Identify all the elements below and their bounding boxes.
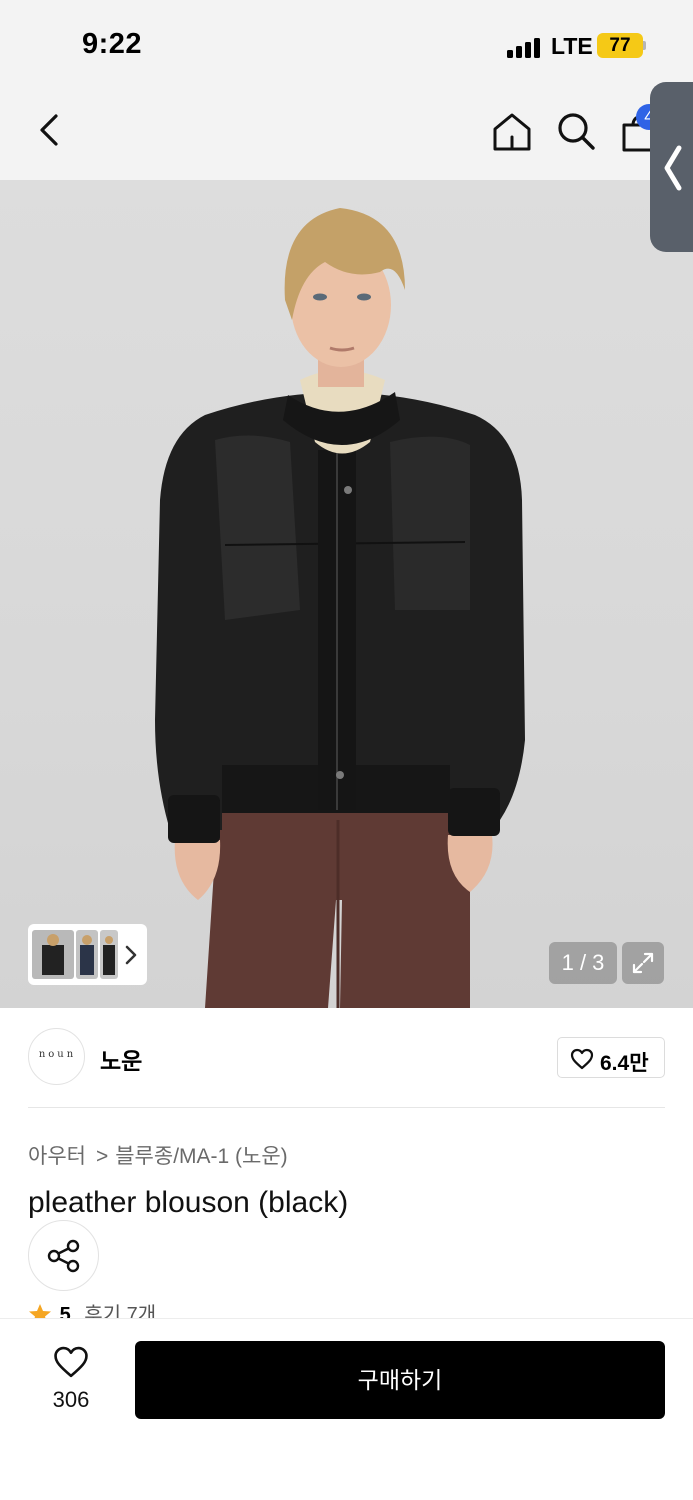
divider — [28, 1107, 665, 1108]
brand-logo-text: noun — [38, 1049, 77, 1060]
brand-logo[interactable]: noun — [28, 1028, 85, 1085]
status-bar: 9:22 LTE 77 — [0, 0, 693, 90]
product-title: pleather blouson (black) — [28, 1186, 349, 1219]
wishlist-heart-icon[interactable] — [52, 1345, 90, 1379]
brand-row: noun 노운 6.4만 — [28, 1028, 665, 1088]
thumbnail-image — [80, 935, 94, 975]
chevron-left-icon — [664, 145, 682, 191]
product-image[interactable]: 1 / 3 — [0, 180, 693, 1008]
share-button[interactable] — [28, 1220, 99, 1291]
side-panel-tab[interactable] — [650, 82, 693, 252]
home-icon[interactable] — [490, 110, 534, 154]
brand-name[interactable]: 노운 — [100, 1042, 142, 1076]
heart-icon — [570, 1048, 594, 1070]
expand-button[interactable] — [622, 942, 664, 984]
brand-like-count: 6.4만 — [600, 1052, 649, 1075]
expand-icon — [632, 952, 654, 974]
breadcrumb-subcategory[interactable]: 블루종/MA-1 (노운) — [115, 1145, 287, 1168]
thumbnail-image — [103, 936, 115, 975]
thumbnail-1[interactable] — [32, 930, 74, 979]
thumbnail-2[interactable] — [76, 930, 98, 979]
brand-like-button[interactable]: 6.4만 — [557, 1037, 665, 1078]
thumbnail-3[interactable] — [100, 930, 118, 979]
search-icon[interactable] — [555, 110, 597, 152]
breadcrumb-category[interactable]: 아우터 — [28, 1145, 86, 1168]
network-type: LTE — [551, 33, 593, 59]
thumbnail-strip[interactable] — [28, 924, 147, 985]
product-photo — [155, 208, 525, 1008]
signal-icon — [507, 36, 541, 58]
breadcrumb-separator: > — [95, 1145, 109, 1168]
breadcrumb: 아우터 > 블루종/MA-1 (노운) — [28, 1140, 288, 1170]
image-page-counter: 1 / 3 — [549, 942, 617, 984]
battery-cap — [643, 41, 646, 50]
buy-button[interactable]: 구매하기 — [135, 1341, 665, 1419]
battery-icon: 77 — [597, 33, 643, 58]
battery-level: 77 — [609, 35, 631, 56]
share-icon — [47, 1239, 80, 1273]
top-nav-bar: 4 — [0, 90, 693, 180]
back-icon[interactable] — [30, 110, 70, 150]
wishlist-count: 306 — [52, 1387, 90, 1412]
bottom-action-bar: 306 구매하기 — [0, 1318, 693, 1500]
thumbnail-image — [42, 934, 64, 975]
status-time: 9:22 — [82, 28, 143, 60]
chevron-right-icon[interactable] — [124, 944, 138, 966]
